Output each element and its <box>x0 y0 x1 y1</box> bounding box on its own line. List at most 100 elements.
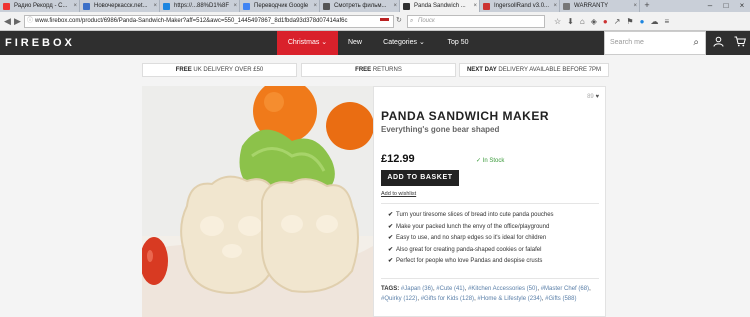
chat-icon[interactable]: ● <box>640 15 645 28</box>
feature-text: Also great for creating panda-shaped coo… <box>396 246 542 253</box>
nav-top-50[interactable]: Top 50 <box>438 31 478 55</box>
maximize-icon[interactable]: □ <box>718 0 734 12</box>
browser-tab[interactable]: Смотреть фильм... × <box>320 0 400 12</box>
browser-search-input[interactable]: ⌕ Поиск <box>407 15 545 28</box>
tab-favicon-icon <box>563 3 570 10</box>
product-title: PANDA SANDWICH MAKER <box>381 109 549 123</box>
tab-label: https://...88%D1%8F <box>174 3 230 9</box>
tag-link[interactable]: #Kitchen Accessories (50) <box>468 286 537 292</box>
tag-list: TAGS: #Japan (36), #Cute (41), #Kitchen … <box>381 286 591 302</box>
favourite-count[interactable]: 89 ♥ <box>587 94 599 100</box>
check-icon: ✔ <box>388 235 394 242</box>
basket-icon[interactable] <box>733 36 747 50</box>
sync-icon[interactable]: ☁ <box>650 15 658 28</box>
account-icon[interactable] <box>711 36 725 50</box>
feature-text: Perfect for people who love Pandas and d… <box>396 258 543 265</box>
tab-favicon-icon <box>403 3 410 10</box>
site-header: FIREBOX Christmas ⌄ New Categories ⌄ Top… <box>0 31 750 55</box>
browser-tab[interactable]: https://...88%D1%8F × <box>160 0 240 12</box>
tab-favicon-icon <box>323 3 330 10</box>
tab-label: WARRANTY <box>574 3 609 9</box>
delivery-strip-next-day: NEXT DAY DELIVERY AVAILABLE BEFORE 7PM <box>459 63 609 77</box>
close-tab-icon[interactable]: × <box>393 0 397 12</box>
tag-link[interactable]: #Gifts (588) <box>545 296 576 302</box>
browser-tab[interactable]: IngersollRand v3.0... × <box>480 0 560 12</box>
check-icon: ✔ <box>388 212 394 218</box>
product-image[interactable] <box>142 86 373 317</box>
product-price: £12.99 <box>381 153 415 165</box>
feature-item: ✔ Perfect for people who love Pandas and … <box>388 256 554 268</box>
favourite-count-value: 89 <box>587 94 594 100</box>
site-info-icon[interactable]: ⓘ <box>27 16 33 27</box>
feature-item: ✔ Easy to use, and no sharp edges so it's… <box>388 233 554 245</box>
forward-arrow-icon[interactable]: ▶ <box>14 14 21 28</box>
add-to-wishlist-link[interactable]: Add to wishlist <box>381 191 416 197</box>
browser-tab[interactable]: Новочеркасск.net... × <box>80 0 160 12</box>
feature-list: ✔ Turn your tiresome slices of bread into… <box>388 210 554 268</box>
browser-tools: ☆ ⬇ ⌂ ◈ ● ↗ ⚑ ● ☁ ≡ <box>554 15 669 28</box>
back-arrow-icon[interactable]: ◀ <box>4 14 11 28</box>
browser-tab-bar: Радио Рекорд - С... × Новочеркасск.net... ×… <box>0 0 750 12</box>
strip-bold: FREE <box>175 67 192 73</box>
site-logo[interactable]: FIREBOX <box>5 37 75 49</box>
home-icon[interactable]: ⌂ <box>580 15 585 28</box>
tag-link[interactable]: #Quirky (122) <box>381 296 417 302</box>
product-subtitle: Everything's gone bear shaped <box>381 125 500 134</box>
tag-link[interactable]: #Master Chef (68) <box>541 286 589 292</box>
close-icon[interactable]: × <box>734 0 750 12</box>
browser-tab[interactable]: Panda Sandwich ... × <box>400 0 480 12</box>
search-icon: ⌕ <box>410 18 414 24</box>
close-tab-icon[interactable]: × <box>313 0 317 12</box>
close-tab-icon[interactable]: × <box>73 0 77 12</box>
site-search-input[interactable]: Search me ⌕ <box>604 31 706 55</box>
product-panel: 89 ♥ PANDA SANDWICH MAKER Everything's g… <box>373 86 606 317</box>
tab-label: Новочеркасск.net... <box>94 3 148 9</box>
browser-tab[interactable]: Переводчик Google × <box>240 0 320 12</box>
share-icon[interactable]: ↗ <box>614 15 621 28</box>
feature-text: Make your packed lunch the envy of the o… <box>396 223 550 230</box>
flag-icon <box>380 18 389 24</box>
menu-icon[interactable]: ≡ <box>664 15 669 28</box>
delivery-strip-returns: FREE RETURNS <box>301 63 456 77</box>
divider <box>381 278 599 279</box>
star-icon[interactable]: ☆ <box>554 15 561 28</box>
strip-text: RETURNS <box>371 67 402 73</box>
tag-link[interactable]: #Gifts for Kids (128) <box>421 296 474 302</box>
addon-icon[interactable]: ● <box>603 15 608 28</box>
heart-icon[interactable]: ♥ <box>595 94 599 100</box>
add-to-basket-button[interactable]: ADD TO BASKET <box>381 170 459 186</box>
reload-icon[interactable]: ↻ <box>396 14 402 28</box>
search-icon[interactable]: ⌕ <box>693 32 699 54</box>
browser-search-placeholder: Поиск <box>418 18 435 24</box>
shield-icon[interactable]: ◈ <box>591 15 597 28</box>
divider <box>381 203 599 204</box>
close-tab-icon[interactable]: × <box>553 0 557 12</box>
minimize-icon[interactable]: – <box>702 0 718 12</box>
site-search-placeholder: Search me <box>610 39 644 46</box>
tag-link[interactable]: #Cute (41) <box>436 286 464 292</box>
browser-tab[interactable]: Радио Рекорд - С... × <box>0 0 80 12</box>
tag-link[interactable]: #Home & Lifestyle (234) <box>477 296 541 302</box>
strip-bold: FREE <box>355 67 372 73</box>
new-tab-button[interactable]: + <box>640 0 654 12</box>
tab-label: IngersollRand v3.0... <box>494 3 550 9</box>
check-icon: ✔ <box>388 223 394 230</box>
strip-bold: NEXT DAY <box>466 67 497 73</box>
close-tab-icon[interactable]: × <box>153 0 157 12</box>
download-icon[interactable]: ⬇ <box>567 15 574 28</box>
nav-christmas[interactable]: Christmas ⌄ <box>277 31 338 55</box>
tag-link[interactable]: #Japan (36) <box>401 286 433 292</box>
close-tab-icon[interactable]: × <box>633 0 637 12</box>
strip-text: DELIVERY AVAILABLE BEFORE 7PM <box>496 67 602 73</box>
address-bar[interactable]: ⓘ www.firebox.com/product/6986/Panda-San… <box>24 15 394 28</box>
address-text: www.firebox.com/product/6986/Panda-Sandw… <box>35 18 348 24</box>
nav-categories[interactable]: Categories ⌄ <box>374 31 434 55</box>
check-icon: ✔ <box>388 246 394 253</box>
strip-text: UK DELIVERY OVER £50 <box>191 67 264 73</box>
tab-label: Переводчик Google <box>254 3 309 9</box>
browser-tab[interactable]: WARRANTY × <box>560 0 640 12</box>
bookmark-icon[interactable]: ⚑ <box>626 15 633 28</box>
close-tab-icon[interactable]: × <box>233 0 237 12</box>
nav-new[interactable]: New <box>340 31 370 55</box>
close-tab-icon[interactable]: × <box>473 0 477 12</box>
